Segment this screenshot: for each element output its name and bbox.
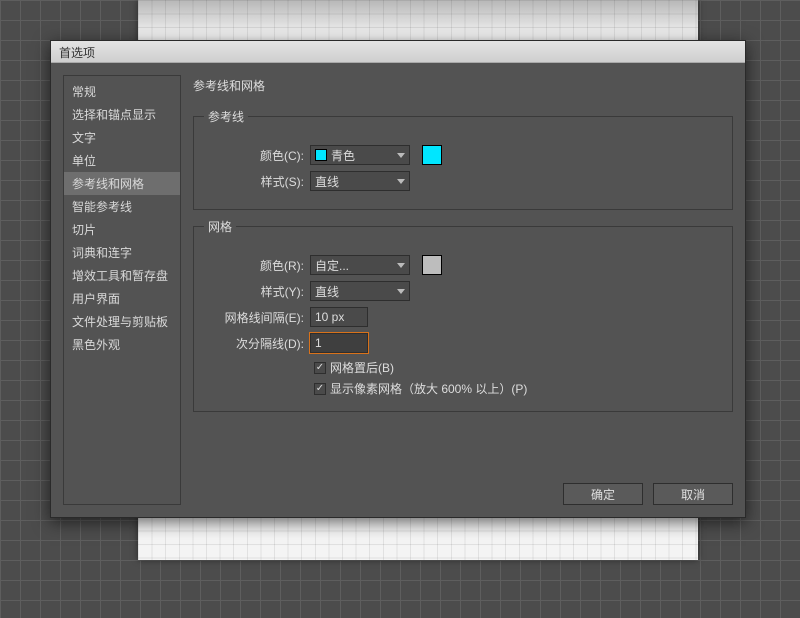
page-title: 参考线和网格 [193,75,733,100]
grid-color-dropdown[interactable]: 自定... [310,255,410,275]
chevron-down-icon [397,263,405,268]
grid-subdiv-row: 次分隔线(D): [204,333,722,353]
sidebar-item-ui[interactable]: 用户界面 [64,287,180,310]
checkbox-checked-icon: ✓ [314,383,326,395]
sidebar-item-general[interactable]: 常规 [64,80,180,103]
pixel-grid-label: 显示像素网格（放大 600% 以上）(P) [330,380,527,397]
grid-color-row: 颜色(R): 自定... [204,255,722,275]
grid-spacing-row: 网格线间隔(E): [204,307,722,327]
sidebar-item-smart-guides[interactable]: 智能参考线 [64,195,180,218]
guides-style-value: 直线 [315,173,393,190]
grid-color-picker[interactable] [422,255,442,275]
grid-style-row: 样式(Y): 直线 [204,281,722,301]
guides-color-label: 颜色(C): [204,147,304,164]
grid-spacing-label: 网格线间隔(E): [204,309,304,326]
sidebar-item-plugins-scratch[interactable]: 增效工具和暂存盘 [64,264,180,287]
guides-color-row: 颜色(C): 青色 [204,145,722,165]
sidebar-item-black-appearance[interactable]: 黑色外观 [64,333,180,356]
grid-back-checkbox-row[interactable]: ✓ 网格置后(B) [314,359,722,376]
sidebar-item-slices[interactable]: 切片 [64,218,180,241]
sidebar-item-selection-anchor[interactable]: 选择和锚点显示 [64,103,180,126]
preferences-main: 参考线和网格 参考线 颜色(C): 青色 样式(S): 直线 [193,75,733,505]
dialog-title: 首选项 [59,46,95,60]
artboard-shadow [138,0,698,36]
chevron-down-icon [397,153,405,158]
guides-color-dropdown[interactable]: 青色 [310,145,410,165]
guides-style-row: 样式(S): 直线 [204,171,722,191]
checkbox-checked-icon: ✓ [314,362,326,374]
grid-back-label: 网格置后(B) [330,359,394,376]
grid-fieldset: 网格 颜色(R): 自定... 样式(Y): 直线 [193,218,733,412]
grid-color-value: 自定... [315,257,393,274]
grid-style-label: 样式(Y): [204,283,304,300]
grid-subdiv-label: 次分隔线(D): [204,335,304,352]
ok-button[interactable]: 确定 [563,483,643,505]
guides-color-picker[interactable] [422,145,442,165]
guides-style-label: 样式(S): [204,173,304,190]
dialog-buttons: 确定 取消 [563,483,733,505]
cancel-button[interactable]: 取消 [653,483,733,505]
sidebar-item-units[interactable]: 单位 [64,149,180,172]
chevron-down-icon [397,179,405,184]
guides-color-swatch-icon [315,149,327,161]
grid-subdiv-input[interactable] [310,333,368,353]
pixel-grid-checkbox-row[interactable]: ✓ 显示像素网格（放大 600% 以上）(P) [314,380,722,397]
guides-style-dropdown[interactable]: 直线 [310,171,410,191]
preferences-sidebar: 常规 选择和锚点显示 文字 单位 参考线和网格 智能参考线 切片 词典和连字 增… [63,75,181,505]
sidebar-item-guides-grid[interactable]: 参考线和网格 [64,172,180,195]
grid-legend: 网格 [204,218,236,235]
dialog-title-bar[interactable]: 首选项 [51,41,745,63]
grid-spacing-input[interactable] [310,307,368,327]
guides-legend: 参考线 [204,108,248,125]
chevron-down-icon [397,289,405,294]
sidebar-item-file-clipboard[interactable]: 文件处理与剪贴板 [64,310,180,333]
grid-style-dropdown[interactable]: 直线 [310,281,410,301]
dialog-body: 常规 选择和锚点显示 文字 单位 参考线和网格 智能参考线 切片 词典和连字 增… [51,63,745,517]
grid-color-label: 颜色(R): [204,257,304,274]
sidebar-item-type[interactable]: 文字 [64,126,180,149]
grid-style-value: 直线 [315,283,393,300]
sidebar-item-hyphenation[interactable]: 词典和连字 [64,241,180,264]
guides-fieldset: 参考线 颜色(C): 青色 样式(S): 直线 [193,108,733,210]
preferences-dialog: 首选项 常规 选择和锚点显示 文字 单位 参考线和网格 智能参考线 切片 词典和… [50,40,746,518]
guides-color-value: 青色 [331,147,393,164]
